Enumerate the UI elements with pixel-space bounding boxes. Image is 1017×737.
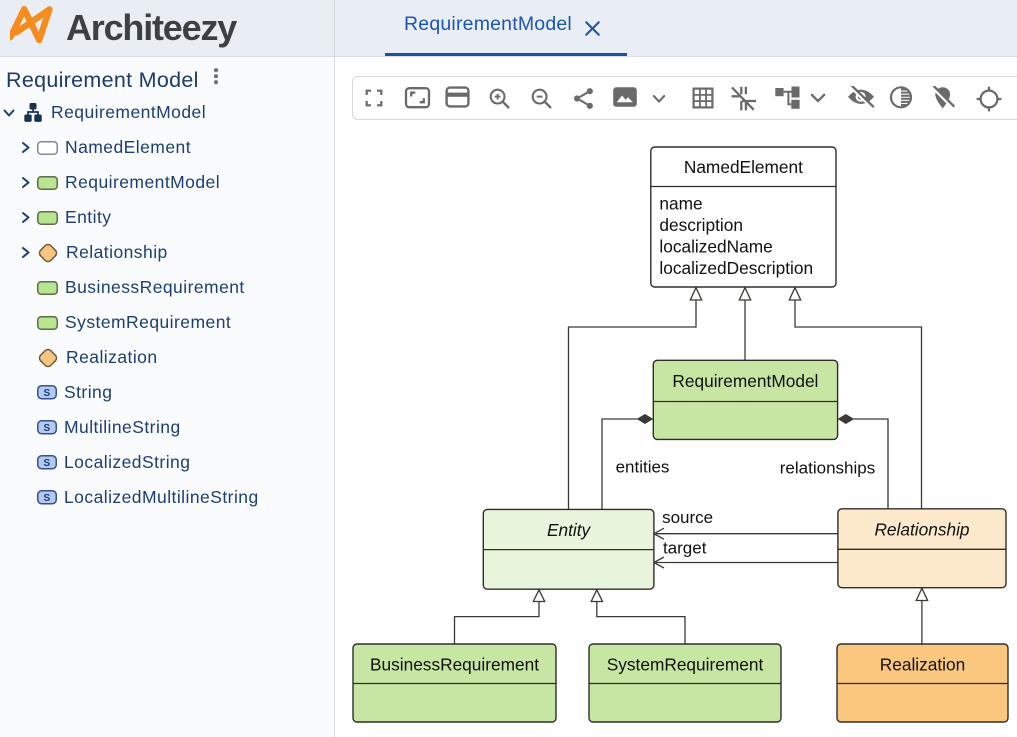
svg-text:SystemRequirement: SystemRequirement: [607, 655, 764, 675]
svg-text:BusinessRequirement: BusinessRequirement: [370, 655, 539, 675]
svg-text:localizedDescription: localizedDescription: [659, 258, 813, 278]
svg-text:RequirementModel: RequirementModel: [672, 371, 818, 391]
svg-text:target: target: [663, 538, 707, 557]
svg-text:Relationship: Relationship: [874, 520, 969, 540]
svg-text:entities: entities: [616, 458, 670, 477]
svg-text:relationships: relationships: [780, 459, 875, 478]
svg-text:S: S: [43, 388, 50, 399]
svg-text:S: S: [43, 423, 50, 434]
svg-text:source: source: [662, 508, 713, 527]
svg-text:name: name: [659, 194, 702, 214]
svg-text:Realization: Realization: [880, 655, 966, 675]
svg-text:Entity: Entity: [547, 520, 592, 540]
svg-text:S: S: [43, 458, 50, 469]
svg-text:description: description: [659, 215, 743, 235]
svg-text:NamedElement: NamedElement: [684, 157, 803, 177]
svg-text:localizedName: localizedName: [659, 237, 772, 257]
svg-text:S: S: [43, 493, 50, 504]
